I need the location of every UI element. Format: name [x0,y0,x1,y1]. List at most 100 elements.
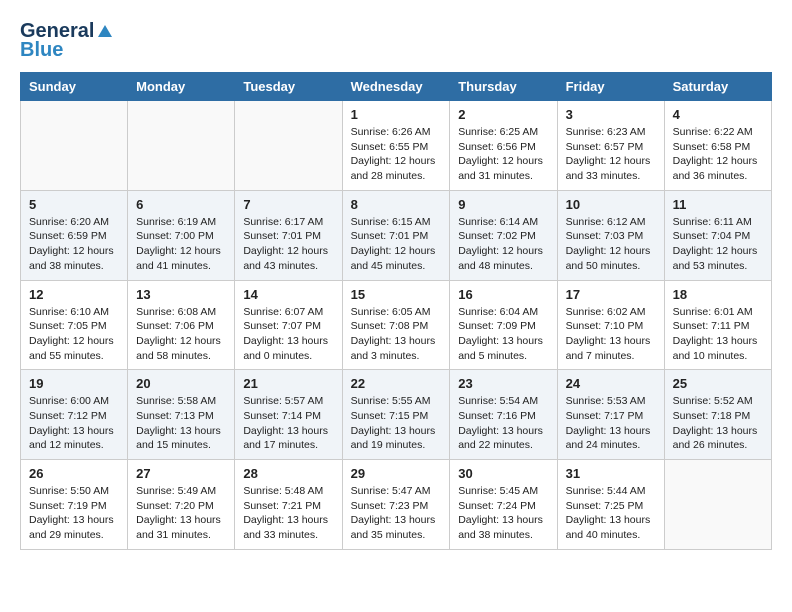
day-number: 13 [136,287,226,302]
calendar-cell: 28 Sunrise: 5:48 AM Sunset: 7:21 PM Dayli… [235,460,342,550]
weekday-sunday: Sunday [21,73,128,101]
week-row-3: 12 Sunrise: 6:10 AM Sunset: 7:05 PM Dayli… [21,280,772,370]
day-number: 4 [673,107,763,122]
day-info: Sunrise: 6:15 AM Sunset: 7:01 PM Dayligh… [351,215,442,274]
calendar-cell [235,101,342,191]
day-info: Sunrise: 5:50 AM Sunset: 7:19 PM Dayligh… [29,484,119,543]
day-info: Sunrise: 6:17 AM Sunset: 7:01 PM Dayligh… [243,215,333,274]
calendar-cell: 20 Sunrise: 5:58 AM Sunset: 7:13 PM Dayli… [128,370,235,460]
day-info: Sunrise: 5:57 AM Sunset: 7:14 PM Dayligh… [243,394,333,453]
calendar-table: SundayMondayTuesdayWednesdayThursdayFrid… [20,72,772,550]
day-info: Sunrise: 5:58 AM Sunset: 7:13 PM Dayligh… [136,394,226,453]
weekday-tuesday: Tuesday [235,73,342,101]
calendar-cell: 26 Sunrise: 5:50 AM Sunset: 7:19 PM Dayli… [21,460,128,550]
day-number: 12 [29,287,119,302]
calendar-cell: 7 Sunrise: 6:17 AM Sunset: 7:01 PM Daylig… [235,190,342,280]
day-info: Sunrise: 5:52 AM Sunset: 7:18 PM Dayligh… [673,394,763,453]
day-info: Sunrise: 6:10 AM Sunset: 7:05 PM Dayligh… [29,305,119,364]
day-info: Sunrise: 6:08 AM Sunset: 7:06 PM Dayligh… [136,305,226,364]
calendar-cell: 6 Sunrise: 6:19 AM Sunset: 7:00 PM Daylig… [128,190,235,280]
logo: General Blue [20,20,114,62]
day-number: 21 [243,376,333,391]
day-number: 6 [136,197,226,212]
weekday-header-row: SundayMondayTuesdayWednesdayThursdayFrid… [21,73,772,101]
calendar-cell [128,101,235,191]
weekday-wednesday: Wednesday [342,73,450,101]
day-number: 31 [566,466,656,481]
week-row-5: 26 Sunrise: 5:50 AM Sunset: 7:19 PM Dayli… [21,460,772,550]
day-number: 30 [458,466,548,481]
day-number: 14 [243,287,333,302]
calendar-cell: 15 Sunrise: 6:05 AM Sunset: 7:08 PM Dayli… [342,280,450,370]
calendar-cell: 2Sunrise: 6:25 AM Sunset: 6:56 PM Daylig… [450,101,557,191]
calendar-cell: 11Sunrise: 6:11 AM Sunset: 7:04 PM Dayli… [664,190,771,280]
day-number: 17 [566,287,656,302]
weekday-monday: Monday [128,73,235,101]
day-info: Sunrise: 6:19 AM Sunset: 7:00 PM Dayligh… [136,215,226,274]
day-number: 1 [351,107,442,122]
day-info: Sunrise: 6:01 AM Sunset: 7:11 PM Dayligh… [673,305,763,364]
day-number: 22 [351,376,442,391]
page-header: General Blue [20,20,772,62]
weekday-thursday: Thursday [450,73,557,101]
day-number: 28 [243,466,333,481]
day-number: 20 [136,376,226,391]
day-number: 8 [351,197,442,212]
day-number: 25 [673,376,763,391]
calendar-cell [664,460,771,550]
calendar-cell: 17 Sunrise: 6:02 AM Sunset: 7:10 PM Dayli… [557,280,664,370]
calendar-cell: 8 Sunrise: 6:15 AM Sunset: 7:01 PM Daylig… [342,190,450,280]
day-number: 24 [566,376,656,391]
calendar-cell: 23Sunrise: 5:54 AM Sunset: 7:16 PM Dayli… [450,370,557,460]
day-info: Sunrise: 6:05 AM Sunset: 7:08 PM Dayligh… [351,305,442,364]
calendar-cell: 9 Sunrise: 6:14 AM Sunset: 7:02 PM Daylig… [450,190,557,280]
day-number: 23 [458,376,548,391]
weekday-friday: Friday [557,73,664,101]
calendar-cell: 4Sunrise: 6:22 AM Sunset: 6:58 PM Daylig… [664,101,771,191]
day-number: 26 [29,466,119,481]
calendar-cell: 16Sunrise: 6:04 AM Sunset: 7:09 PM Dayli… [450,280,557,370]
calendar-cell [21,101,128,191]
day-info: Sunrise: 5:48 AM Sunset: 7:21 PM Dayligh… [243,484,333,543]
calendar-cell: 10 Sunrise: 6:12 AM Sunset: 7:03 PM Dayli… [557,190,664,280]
calendar-cell: 29 Sunrise: 5:47 AM Sunset: 7:23 PM Dayli… [342,460,450,550]
weekday-saturday: Saturday [664,73,771,101]
calendar-cell: 27Sunrise: 5:49 AM Sunset: 7:20 PM Dayli… [128,460,235,550]
day-number: 5 [29,197,119,212]
day-info: Sunrise: 5:49 AM Sunset: 7:20 PM Dayligh… [136,484,226,543]
calendar-cell: 24 Sunrise: 5:53 AM Sunset: 7:17 PM Dayli… [557,370,664,460]
day-info: Sunrise: 6:02 AM Sunset: 7:10 PM Dayligh… [566,305,656,364]
day-number: 2 [458,107,548,122]
day-number: 10 [566,197,656,212]
day-info: Sunrise: 5:47 AM Sunset: 7:23 PM Dayligh… [351,484,442,543]
calendar-cell: 30 Sunrise: 5:45 AM Sunset: 7:24 PM Dayli… [450,460,557,550]
week-row-4: 19Sunrise: 6:00 AM Sunset: 7:12 PM Dayli… [21,370,772,460]
day-info: Sunrise: 6:14 AM Sunset: 7:02 PM Dayligh… [458,215,548,274]
day-number: 9 [458,197,548,212]
calendar-cell: 5 Sunrise: 6:20 AM Sunset: 6:59 PM Daylig… [21,190,128,280]
day-info: Sunrise: 5:53 AM Sunset: 7:17 PM Dayligh… [566,394,656,453]
day-info: Sunrise: 6:07 AM Sunset: 7:07 PM Dayligh… [243,305,333,364]
day-number: 3 [566,107,656,122]
day-info: Sunrise: 5:55 AM Sunset: 7:15 PM Dayligh… [351,394,442,453]
calendar-cell: 14 Sunrise: 6:07 AM Sunset: 7:07 PM Dayli… [235,280,342,370]
day-info: Sunrise: 6:26 AM Sunset: 6:55 PM Dayligh… [351,125,442,184]
day-info: Sunrise: 6:00 AM Sunset: 7:12 PM Dayligh… [29,394,119,453]
day-number: 29 [351,466,442,481]
week-row-2: 5 Sunrise: 6:20 AM Sunset: 6:59 PM Daylig… [21,190,772,280]
day-number: 18 [673,287,763,302]
day-info: Sunrise: 6:11 AM Sunset: 7:04 PM Dayligh… [673,215,763,274]
day-info: Sunrise: 5:45 AM Sunset: 7:24 PM Dayligh… [458,484,548,543]
calendar-cell: 21 Sunrise: 5:57 AM Sunset: 7:14 PM Dayli… [235,370,342,460]
week-row-1: 1 Sunrise: 6:26 AM Sunset: 6:55 PM Daylig… [21,101,772,191]
calendar-cell: 3 Sunrise: 6:23 AM Sunset: 6:57 PM Daylig… [557,101,664,191]
day-number: 16 [458,287,548,302]
day-number: 7 [243,197,333,212]
day-info: Sunrise: 6:20 AM Sunset: 6:59 PM Dayligh… [29,215,119,274]
calendar-cell: 31Sunrise: 5:44 AM Sunset: 7:25 PM Dayli… [557,460,664,550]
logo-blue: Blue [20,39,63,62]
day-info: Sunrise: 6:12 AM Sunset: 7:03 PM Dayligh… [566,215,656,274]
day-info: Sunrise: 6:23 AM Sunset: 6:57 PM Dayligh… [566,125,656,184]
day-number: 15 [351,287,442,302]
calendar-cell: 13 Sunrise: 6:08 AM Sunset: 7:06 PM Dayli… [128,280,235,370]
